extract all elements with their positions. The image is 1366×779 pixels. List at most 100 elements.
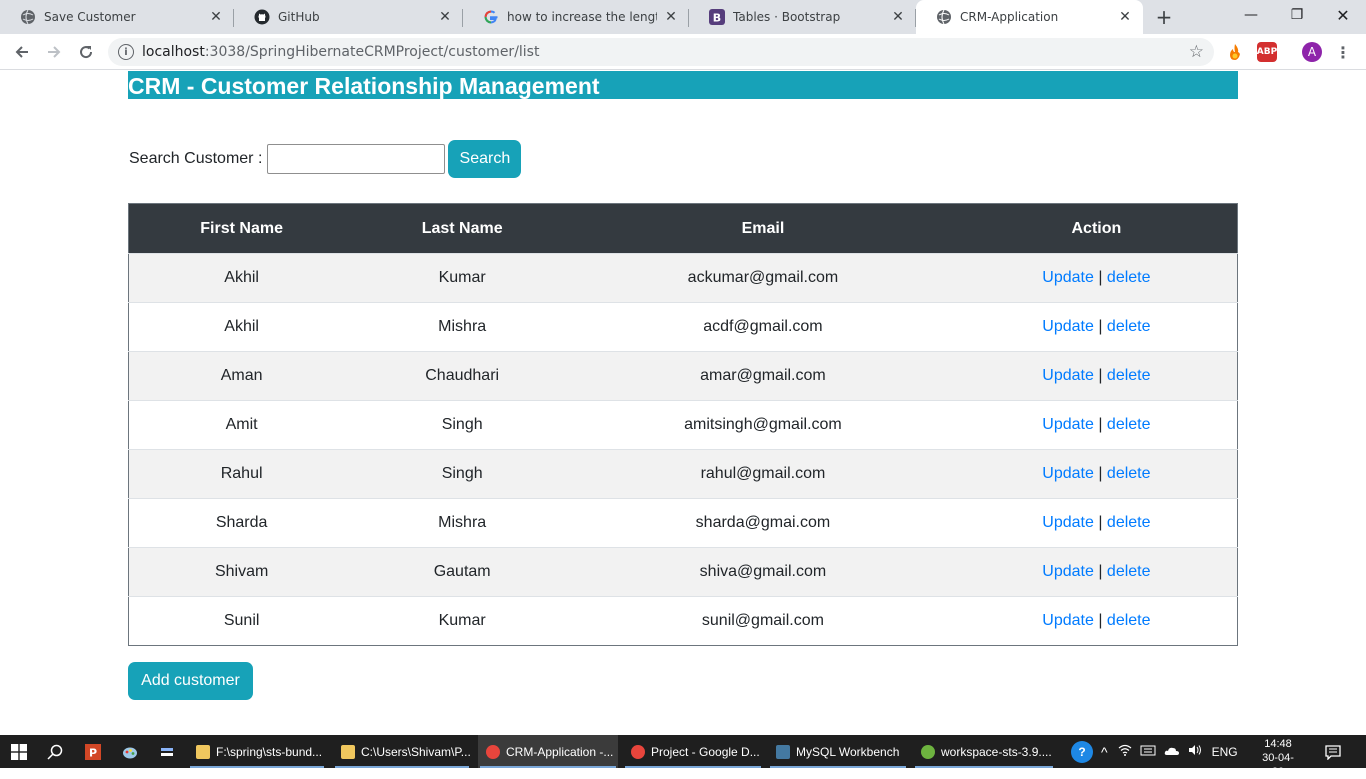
action-cell: Update | delete — [955, 253, 1238, 303]
powerpoint-icon[interactable]: P — [80, 739, 106, 765]
delete-link[interactable]: delete — [1107, 318, 1151, 335]
tab-bootstrap-tables[interactable]: B Tables · Bootstrap ✕ — [689, 0, 916, 34]
last-name-cell: Kumar — [354, 253, 571, 303]
extension-fire-icon[interactable] — [1225, 42, 1245, 62]
minimize-icon[interactable]: — — [1228, 0, 1274, 30]
svg-text:B: B — [713, 12, 721, 25]
google-icon — [483, 9, 499, 25]
update-link[interactable]: Update — [1042, 416, 1094, 433]
bootstrap-icon: B — [709, 9, 725, 25]
url-path: :3038/SpringHibernateCRMProject/customer… — [204, 44, 540, 60]
last-name-cell: Chaudhari — [354, 351, 571, 401]
language-indicator[interactable]: ENG — [1212, 745, 1238, 759]
site-info-icon[interactable]: i — [118, 44, 134, 60]
taskbar-item-mysql-workbench[interactable]: MySQL Workbench — [768, 735, 908, 768]
update-link[interactable]: Update — [1042, 318, 1094, 335]
column-header-last-name: Last Name — [354, 203, 571, 254]
delete-link[interactable]: delete — [1107, 563, 1151, 580]
clock-date: 30-04-20 — [1262, 752, 1294, 778]
globe-icon — [936, 9, 952, 25]
adblock-plus-icon[interactable]: ABP — [1257, 42, 1277, 62]
table-row: Aman Chaudhari amar@gmail.com Update | d… — [128, 351, 1238, 401]
search-icon[interactable] — [42, 739, 68, 765]
email-cell: sharda@gmai.com — [570, 498, 956, 548]
taskbar-item-explorer-users[interactable]: C:\Users\Shivam\P... — [333, 735, 471, 768]
search-button[interactable]: Search — [448, 140, 522, 178]
svg-text:P: P — [89, 747, 97, 760]
chevron-up-icon[interactable]: ^ — [1101, 744, 1108, 760]
browser-tab-strip: Save Customer ✕ GitHub ✕ how to increase… — [0, 0, 1366, 34]
back-icon[interactable] — [9, 39, 35, 65]
close-icon[interactable]: ✕ — [1117, 9, 1133, 25]
first-name-cell: Rahul — [128, 449, 355, 499]
table-row: Sunil Kumar sunil@gmail.com Update | del… — [128, 596, 1238, 646]
table-header-row: First Name Last Name Email Action — [128, 203, 1238, 254]
tab-title: CRM-Application — [960, 10, 1059, 24]
search-form: Search Customer : Search — [129, 140, 522, 178]
update-link[interactable]: Update — [1042, 612, 1094, 629]
tab-github[interactable]: GitHub ✕ — [234, 0, 463, 34]
input-method-icon[interactable] — [1140, 744, 1156, 759]
delete-link[interactable]: delete — [1107, 269, 1151, 286]
first-name-cell: Akhil — [128, 253, 355, 303]
delete-link[interactable]: delete — [1107, 465, 1151, 482]
menu-kebab-icon[interactable]: ⋮ — [1333, 42, 1353, 62]
update-link[interactable]: Update — [1042, 367, 1094, 384]
forward-icon[interactable] — [41, 39, 67, 65]
search-label: Search Customer : — [129, 150, 263, 167]
table-row: Sharda Mishra sharda@gmai.com Update | d… — [128, 498, 1238, 548]
window-close-icon[interactable]: ✕ — [1320, 0, 1366, 30]
delete-link[interactable]: delete — [1107, 367, 1151, 384]
chrome-icon — [486, 744, 500, 759]
url-host: localhost — [142, 44, 205, 60]
tab-crm-application[interactable]: CRM-Application ✕ — [916, 0, 1143, 34]
delete-link[interactable]: delete — [1107, 514, 1151, 531]
clock[interactable]: 14:48 30-04-20 — [1256, 737, 1300, 779]
taskbar-item-chrome-project[interactable]: Project - Google D... — [623, 735, 763, 768]
taskbar-item-chrome-crm[interactable]: CRM-Application -... — [478, 735, 618, 768]
help-icon[interactable]: ? — [1071, 740, 1093, 763]
wifi-icon[interactable] — [1118, 744, 1132, 759]
update-link[interactable]: Update — [1042, 514, 1094, 531]
delete-link[interactable]: delete — [1107, 612, 1151, 629]
globe-icon — [20, 9, 36, 25]
app-icon[interactable] — [154, 739, 180, 765]
taskbar-item-sts-workspace[interactable]: workspace-sts-3.9.... — [913, 735, 1055, 768]
email-cell: sunil@gmail.com — [570, 596, 956, 646]
first-name-cell: Amit — [128, 400, 355, 450]
close-icon[interactable]: ✕ — [663, 9, 679, 25]
reload-icon[interactable] — [73, 39, 99, 65]
taskbar-item-label: C:\Users\Shivam\P... — [361, 744, 471, 759]
volume-icon[interactable] — [1188, 744, 1202, 759]
last-name-cell: Singh — [354, 400, 571, 450]
action-separator: | — [1098, 318, 1103, 335]
action-cell: Update | delete — [955, 351, 1238, 401]
tab-google-search[interactable]: how to increase the length of ✕ — [463, 0, 689, 34]
windows-start-icon[interactable] — [6, 739, 32, 765]
search-input[interactable] — [267, 144, 446, 174]
update-link[interactable]: Update — [1042, 269, 1094, 286]
close-icon[interactable]: ✕ — [437, 9, 453, 25]
notifications-icon[interactable] — [1320, 739, 1346, 765]
add-customer-button[interactable]: Add customer — [128, 662, 253, 700]
close-icon[interactable]: ✕ — [208, 9, 224, 25]
github-icon — [254, 9, 270, 25]
delete-link[interactable]: delete — [1107, 416, 1151, 433]
first-name-cell: Akhil — [128, 302, 355, 352]
update-link[interactable]: Update — [1042, 563, 1094, 580]
paint-icon[interactable] — [117, 739, 143, 765]
onedrive-cloud-icon[interactable] — [1164, 745, 1180, 759]
action-cell: Update | delete — [955, 449, 1238, 499]
update-link[interactable]: Update — [1042, 465, 1094, 482]
action-separator: | — [1098, 416, 1103, 433]
profile-avatar[interactable]: A — [1302, 42, 1322, 62]
new-tab-button[interactable]: + — [1151, 5, 1177, 29]
close-icon[interactable]: ✕ — [890, 9, 906, 25]
spring-tool-suite-icon — [921, 744, 935, 759]
bookmark-star-icon[interactable]: ☆ — [1189, 42, 1204, 62]
address-bar[interactable]: i localhost:3038/SpringHibernateCRMProje… — [108, 38, 1214, 66]
tab-save-customer[interactable]: Save Customer ✕ — [0, 0, 234, 34]
restore-icon[interactable]: ❐ — [1274, 0, 1320, 30]
email-cell: shiva@gmail.com — [570, 547, 956, 597]
taskbar-item-explorer-spring[interactable]: F:\spring\sts-bund... — [188, 735, 326, 768]
